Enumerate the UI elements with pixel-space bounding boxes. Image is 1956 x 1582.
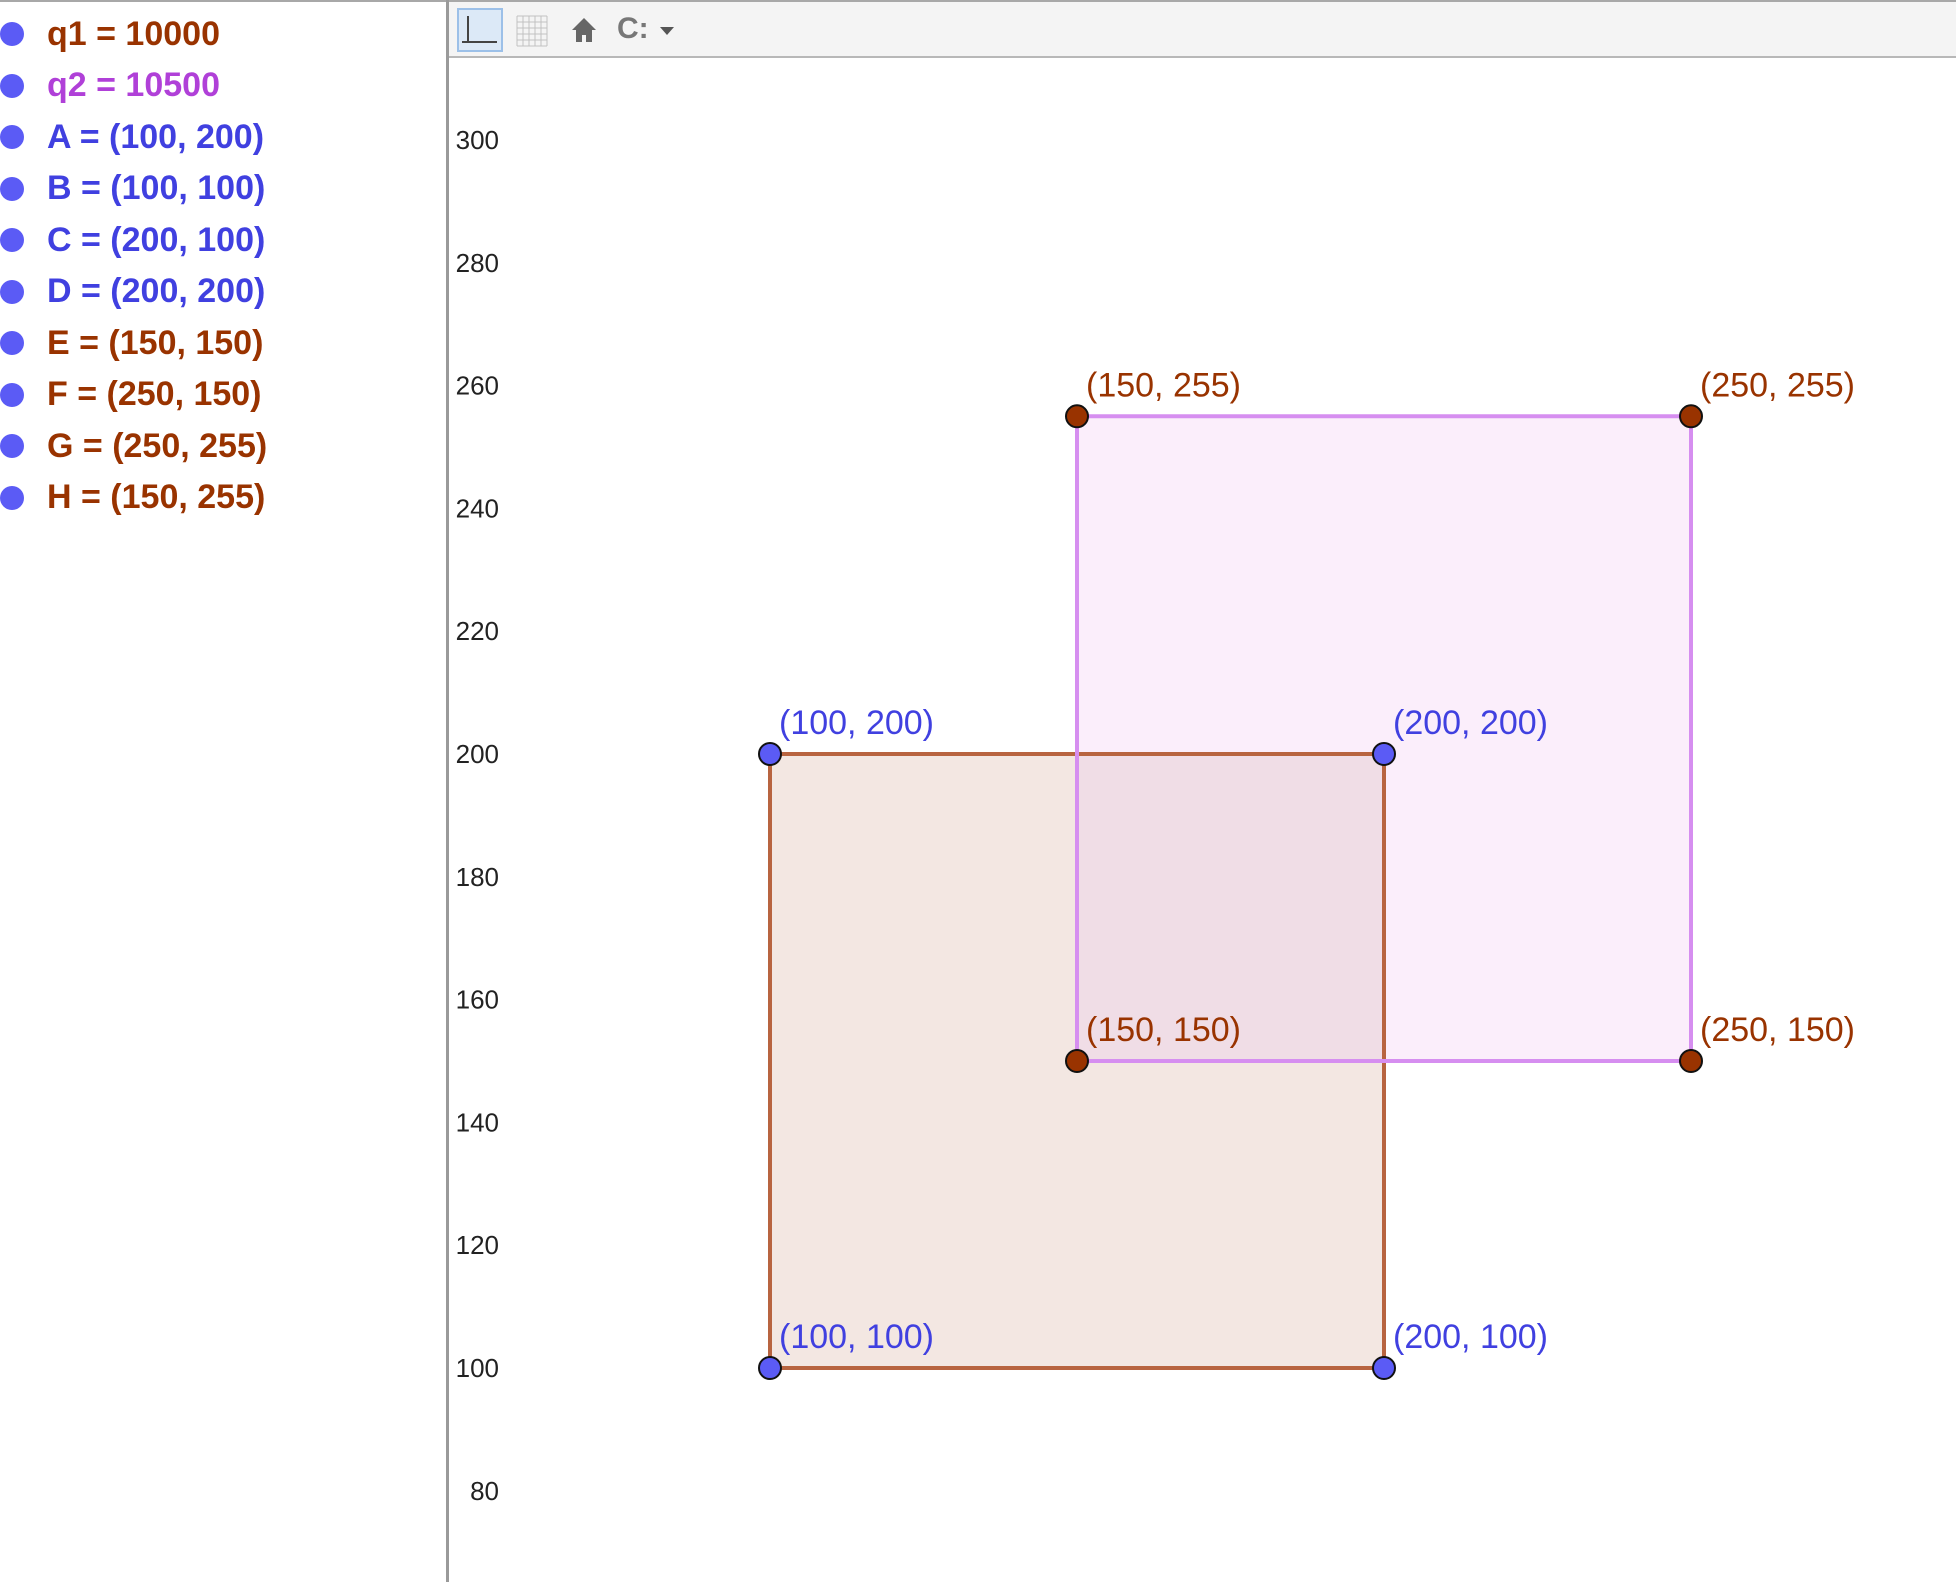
y-tick-label: 300: [456, 125, 499, 155]
visibility-toggle-icon[interactable]: [0, 382, 24, 407]
grid-icon: [516, 15, 548, 47]
capture-icon: C:: [617, 12, 649, 45]
algebra-item[interactable]: A = (100, 200): [0, 111, 264, 163]
algebra-item-text: D = (200, 200): [47, 272, 266, 310]
visibility-toggle-icon[interactable]: [0, 434, 24, 458]
chevron-down-icon: [660, 27, 674, 35]
visibility-toggle-icon[interactable]: [0, 279, 24, 304]
y-tick-label: 80: [470, 1476, 499, 1506]
standard-view-button[interactable]: [561, 8, 607, 52]
y-tick-label: 180: [456, 862, 499, 892]
point-label-c: (200, 100): [1393, 1318, 1548, 1356]
algebra-item[interactable]: B = (100, 100): [0, 163, 265, 215]
visibility-toggle-icon[interactable]: [0, 485, 24, 510]
algebra-item-text: q1 = 10000: [47, 14, 220, 53]
algebra-item-text: E = (150, 150): [47, 323, 264, 362]
algebra-item-text: A = (100, 200): [47, 117, 265, 156]
algebra-item[interactable]: q1 = 10000: [0, 8, 220, 60]
point-a[interactable]: [758, 742, 782, 766]
algebra-item-text: F = (250, 150): [47, 375, 262, 413]
point-label-d: (200, 200): [1393, 704, 1548, 742]
algebra-item[interactable]: F = (250, 150): [0, 369, 262, 421]
point-f[interactable]: [1679, 1049, 1703, 1073]
point-label-b: (100, 100): [779, 1318, 934, 1356]
axes-icon: [462, 16, 497, 43]
algebra-item[interactable]: E = (150, 150): [0, 317, 263, 369]
visibility-toggle-icon[interactable]: [0, 176, 24, 201]
visibility-toggle-icon[interactable]: [0, 22, 24, 46]
point-g[interactable]: [1679, 404, 1703, 429]
y-tick-label: 120: [456, 1230, 499, 1260]
y-tick-label: 260: [456, 371, 499, 401]
y-tick-label: 160: [456, 985, 499, 1015]
axes-toggle-button[interactable]: [457, 8, 503, 52]
algebra-item-text: C = (200, 100): [47, 220, 266, 259]
algebra-item-text: G = (250, 255): [47, 426, 268, 465]
graphics-view[interactable]: 300 280 260 240 220 200 180 160 140 120 100 80 (100,…: [449, 0, 1956, 1582]
point-d[interactable]: [1372, 742, 1396, 766]
point-label-f: (250, 150): [1700, 1011, 1855, 1049]
point-label-e: (150, 150): [1086, 1011, 1241, 1049]
home-icon: [572, 18, 596, 42]
visibility-toggle-icon[interactable]: [0, 73, 24, 98]
graphics-canvas[interactable]: 300 280 260 240 220 200 180 160 140 120 100 80 (100,…: [449, 0, 1956, 1582]
point-e[interactable]: [1065, 1049, 1089, 1073]
point-c[interactable]: [1372, 1356, 1396, 1380]
algebra-view: q1 = 10000 q2 = 10500 A = (100, 200) B = (1…: [0, 0, 446, 1582]
point-capturing-button[interactable]: C:: [613, 8, 683, 52]
grid-toggle-button[interactable]: [509, 8, 555, 52]
y-tick-label: 200: [456, 739, 499, 769]
y-tick-label: 220: [456, 616, 499, 646]
point-label-g: (250, 255): [1700, 366, 1855, 404]
algebra-item[interactable]: D = (200, 200): [0, 266, 265, 318]
visibility-toggle-icon[interactable]: [0, 331, 24, 355]
algebra-item[interactable]: H = (150, 255): [0, 472, 265, 524]
algebra-item-text: q2 = 10500: [47, 66, 220, 104]
algebra-item[interactable]: q2 = 10500: [0, 60, 220, 112]
visibility-toggle-icon[interactable]: [0, 125, 24, 149]
algebra-item-text: H = (150, 255): [47, 478, 266, 516]
visibility-toggle-icon[interactable]: [0, 228, 24, 252]
point-label-a: (100, 200): [779, 704, 934, 742]
y-tick-label: 280: [456, 248, 499, 278]
algebra-item-text: B = (100, 100): [47, 169, 266, 207]
y-tick-label: 100: [456, 1353, 499, 1383]
y-tick-label: 240: [456, 493, 499, 523]
point-label-h: (150, 255): [1086, 366, 1241, 404]
algebra-item[interactable]: C = (200, 100): [0, 214, 265, 266]
graphics-style-bar: C:: [449, 0, 1956, 58]
y-tick-label: 140: [456, 1107, 499, 1137]
algebra-item[interactable]: G = (250, 255): [0, 420, 267, 472]
point-b[interactable]: [758, 1356, 782, 1380]
point-h[interactable]: [1065, 404, 1089, 429]
